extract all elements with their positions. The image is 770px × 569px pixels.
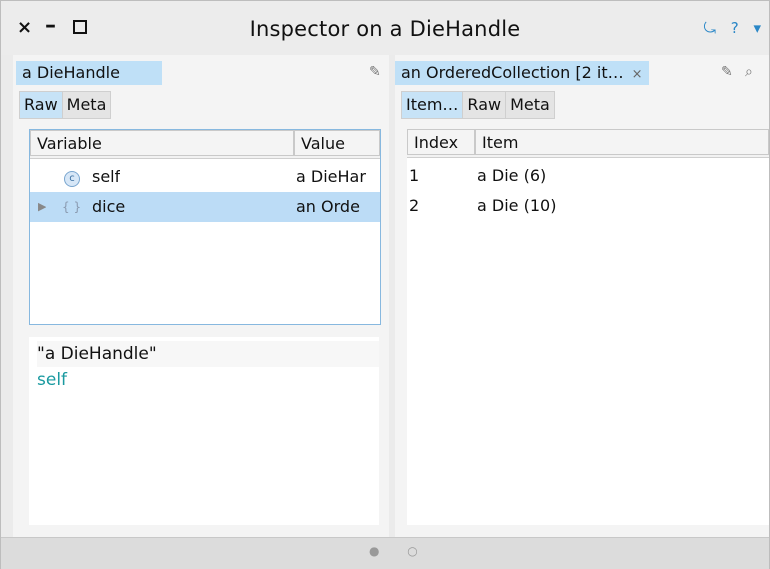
- edit-icon[interactable]: ✎: [369, 64, 381, 80]
- refresh-icon[interactable]: ⤿: [703, 19, 716, 37]
- table-row-self[interactable]: c self a DieHar: [30, 162, 380, 192]
- right-tabs: Item… Raw Meta: [401, 91, 555, 119]
- variables-table: Variable Value c self a DieHar ▶ { } dic…: [29, 129, 381, 325]
- pager-dots[interactable]: ● ○: [369, 544, 430, 558]
- table-row[interactable]: 2 a Die (10): [407, 191, 769, 221]
- column-header-variable[interactable]: Variable: [30, 130, 294, 156]
- left-inspector-pane: a DieHandle ✎ Raw Meta Variable Value c s…: [13, 55, 389, 537]
- items-table-header: Index Item: [407, 129, 769, 158]
- item-value: a Die (6): [477, 166, 547, 185]
- variable-value: an Orde: [296, 197, 360, 216]
- table-row-dice[interactable]: ▶ { } dice an Orde: [30, 192, 380, 222]
- right-pane-title-label: an OrderedCollection [2 it…: [401, 63, 624, 82]
- column-header-item[interactable]: Item: [475, 129, 769, 155]
- left-pane-title-label: a DieHandle: [22, 63, 120, 82]
- pager-footer: ● ○: [1, 537, 769, 569]
- right-pane-title[interactable]: an OrderedCollection [2 it… ×: [395, 61, 649, 85]
- right-inspector-pane: an OrderedCollection [2 it… × ✎ ⌕ Item… Ra…: [395, 55, 769, 537]
- code-self-token: self: [37, 370, 68, 390]
- tab-raw[interactable]: Raw: [19, 91, 63, 119]
- item-value: a Die (10): [477, 196, 557, 215]
- code-comment-line: "a DieHandle": [37, 341, 379, 367]
- column-header-index[interactable]: Index: [407, 129, 475, 155]
- tab-items[interactable]: Item…: [401, 91, 464, 119]
- variable-value: a DieHar: [296, 167, 366, 186]
- items-table: Index Item 1 a Die (6) 2 a Die (10): [407, 129, 769, 525]
- code-evaluator[interactable]: "a DieHandle" self: [29, 337, 379, 525]
- title-bar: × – Inspector on a DieHandle ⤿ ? ▾: [1, 1, 769, 55]
- item-index: 2: [409, 196, 420, 215]
- table-row[interactable]: 1 a Die (6): [407, 161, 769, 191]
- right-pane-header: an OrderedCollection [2 it… × ✎ ⌕: [395, 59, 769, 87]
- left-pane-title[interactable]: a DieHandle: [16, 61, 162, 85]
- tab-meta[interactable]: Meta: [61, 91, 112, 119]
- item-index: 1: [409, 166, 420, 185]
- left-pane-header: a DieHandle ✎: [13, 59, 389, 87]
- menu-dropdown-icon[interactable]: ▾: [753, 19, 761, 37]
- window-title: Inspector on a DieHandle: [249, 17, 521, 41]
- variable-name: dice: [92, 197, 126, 216]
- edit-icon[interactable]: ✎: [721, 64, 733, 80]
- close-pane-icon[interactable]: ×: [632, 67, 643, 82]
- class-badge-icon: c: [64, 162, 80, 192]
- braces-icon: { }: [62, 200, 82, 214]
- tab-meta[interactable]: Meta: [505, 91, 555, 119]
- column-header-value[interactable]: Value: [294, 130, 380, 156]
- help-icon[interactable]: ?: [731, 19, 739, 37]
- variable-name: self: [92, 167, 121, 186]
- inspector-window: × – Inspector on a DieHandle ⤿ ? ▾ a Die…: [0, 0, 770, 569]
- left-tabs: Raw Meta: [19, 91, 112, 119]
- search-icon[interactable]: ⌕: [745, 64, 753, 80]
- variables-table-header: Variable Value: [30, 130, 380, 159]
- tab-raw[interactable]: Raw: [462, 91, 507, 119]
- expand-triangle-icon[interactable]: ▶: [38, 192, 46, 222]
- title-bar-tools: ⤿ ? ▾: [693, 19, 761, 37]
